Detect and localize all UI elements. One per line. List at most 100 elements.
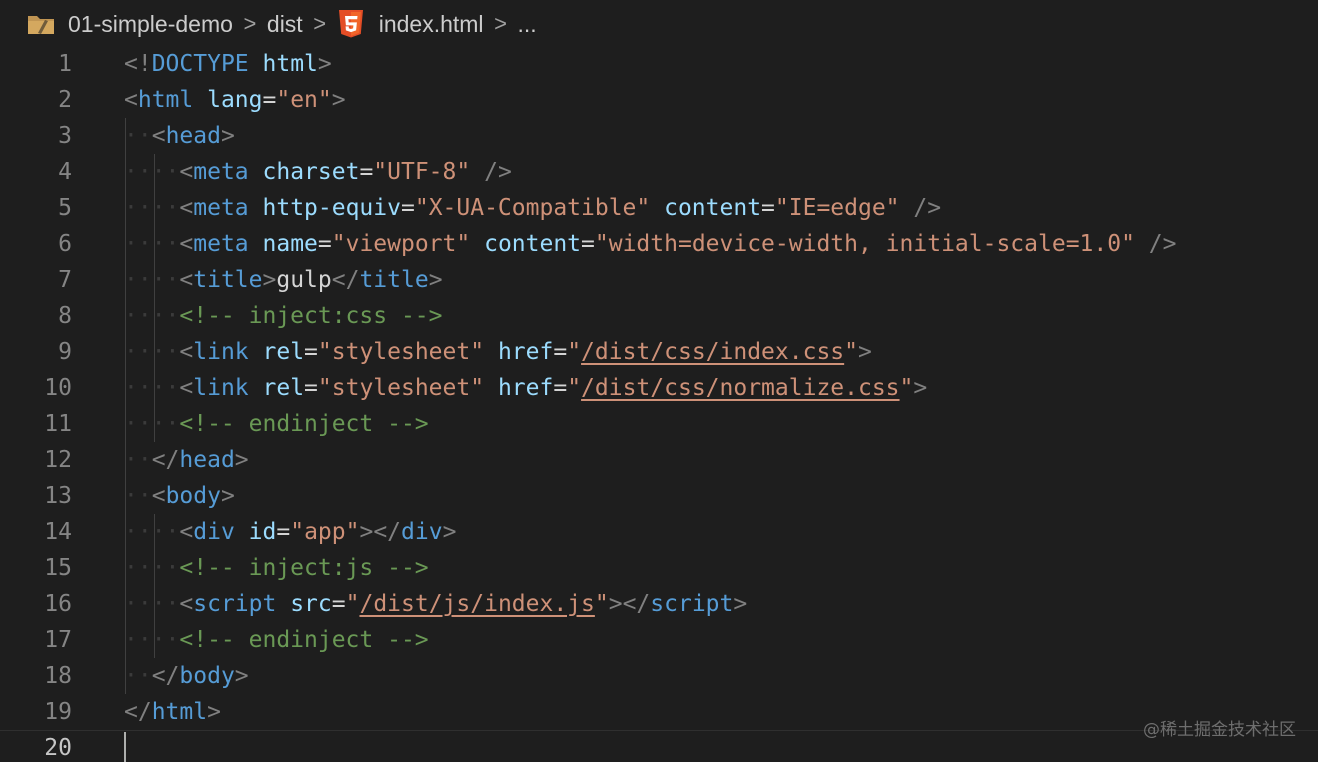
code-punctuation: < [124, 87, 138, 113]
code-punctuation: < [179, 375, 194, 401]
breadcrumb-dist-item[interactable]: dist [267, 11, 303, 38]
code-line[interactable]: 11 ····<!-- endinject --> [0, 406, 1318, 442]
code-area[interactable]: 1 <!DOCTYPE html> 2 <html lang="en"> 3 ··<hea… [0, 46, 1318, 762]
code-line[interactable]: 14 ····<div id="app"></div> [0, 514, 1318, 550]
code-string: "UTF-8" [373, 159, 471, 185]
code-editor: 01-simple-demo > dist > index.html > ...… [0, 0, 1318, 762]
code-string: " [567, 339, 582, 365]
code-content: </html> [124, 694, 221, 730]
whitespace-marker: ·· [124, 483, 152, 509]
code-string: "X-UA-Compatible" [414, 195, 651, 221]
code-tag: head [179, 447, 235, 473]
whitespace-marker: ···· [124, 195, 180, 221]
code-punctuation: < [179, 231, 194, 257]
line-number: 18 [44, 663, 72, 689]
code-content: ····<title>gulp</title> [124, 262, 443, 298]
code-line[interactable]: 2 <html lang="en"> [0, 82, 1318, 118]
code-punctuation: > [913, 375, 928, 401]
code-punctuation: </ [151, 447, 180, 473]
code-tag: link [193, 339, 249, 365]
code-tag: title [193, 267, 263, 293]
breadcrumb-file-label: index.html [378, 10, 484, 37]
code-punctuation: > [220, 123, 235, 149]
line-number: 9 [58, 339, 72, 365]
code-tag: html [151, 699, 208, 725]
code-link: /dist/css/index.css [581, 339, 845, 365]
code-punctuation: > [317, 51, 332, 77]
code-punctuation: > [858, 339, 872, 365]
whitespace-marker: ···· [124, 519, 180, 545]
breadcrumb-file-item[interactable]: index.html [337, 9, 484, 39]
code-punctuation: ></ [359, 519, 402, 545]
code-text: = [262, 87, 277, 113]
code-attribute: id [248, 519, 277, 545]
whitespace-marker: ···· [124, 339, 180, 365]
breadcrumb-folder-label: 01-simple-demo [68, 10, 233, 37]
line-number: 11 [44, 411, 72, 437]
code-string: "width=device-width, initial-scale=1.0" [594, 231, 1135, 257]
breadcrumb-symbol-item[interactable]: ... [518, 11, 537, 38]
code-punctuation: > [207, 699, 221, 725]
line-number: 19 [44, 699, 72, 725]
line-number: 15 [44, 555, 72, 581]
code-punctuation: > [234, 663, 249, 689]
code-text: = [400, 195, 415, 221]
code-line[interactable]: 19 </html> [0, 694, 1318, 730]
code-tag: script [650, 591, 734, 617]
code-line[interactable]: 16 ····<script src="/dist/js/index.js"></… [0, 586, 1318, 622]
code-text: = [553, 339, 568, 365]
code-punctuation: <! [124, 51, 152, 77]
whitespace-marker: ···· [124, 627, 180, 653]
text-cursor [124, 732, 126, 762]
code-line[interactable]: 7 ····<title>gulp</title> [0, 262, 1318, 298]
code-punctuation: < [179, 159, 194, 185]
code-attribute: rel [262, 339, 305, 365]
code-line[interactable]: 13 ··<body> [0, 478, 1318, 514]
code-string: " [594, 591, 609, 617]
code-content: ··<body> [124, 478, 235, 514]
line-number: 2 [58, 87, 72, 113]
code-line[interactable]: 15 ····<!-- inject:js --> [0, 550, 1318, 586]
code-text: = [581, 231, 595, 257]
code-tag: meta [193, 195, 249, 221]
code-line[interactable]: 4 ····<meta charset="UTF-8" /> [0, 154, 1318, 190]
whitespace-marker: ·· [124, 663, 152, 689]
code-line[interactable]: 5 ····<meta http-equiv="X-UA-Compatible" … [0, 190, 1318, 226]
whitespace-marker: ···· [124, 303, 180, 329]
code-tag: div [193, 519, 235, 545]
code-line[interactable]: 6 ····<meta name="viewport" content="widt… [0, 226, 1318, 262]
code-punctuation: > [442, 519, 457, 545]
code-line[interactable]: 1 <!DOCTYPE html> [0, 46, 1318, 82]
whitespace-marker: ···· [124, 267, 180, 293]
code-line[interactable]: 10 ····<link rel="stylesheet" href="/dist… [0, 370, 1318, 406]
code-tag: head [165, 123, 221, 149]
code-line[interactable]: 17 ····<!-- endinject --> [0, 622, 1318, 658]
breadcrumb-folder-item[interactable]: 01-simple-demo [26, 11, 233, 38]
code-attribute: lang [207, 87, 263, 113]
code-content: ····<!-- endinject --> [124, 622, 429, 658]
code-tag: html [137, 87, 194, 113]
line-number: 13 [44, 483, 72, 509]
code-line[interactable]: 9 ····<link rel="stylesheet" href="/dist/… [0, 334, 1318, 370]
code-line[interactable]: 12 ··</head> [0, 442, 1318, 478]
code-attribute: href [497, 339, 554, 365]
code-tag: meta [193, 159, 249, 185]
code-tag: script [193, 591, 277, 617]
code-attribute: name [262, 231, 318, 257]
code-tag: body [165, 483, 221, 509]
code-attribute: src [290, 591, 332, 617]
line-number: 8 [58, 303, 72, 329]
code-content: ····<!-- inject:css --> [124, 298, 443, 334]
code-line[interactable]: 8 ····<!-- inject:css --> [0, 298, 1318, 334]
code-line[interactable]: 3 ··<head> [0, 118, 1318, 154]
code-punctuation: > [331, 87, 346, 113]
code-line[interactable]: 20 [0, 730, 1318, 762]
code-line[interactable]: 18 ··</body> [0, 658, 1318, 694]
code-punctuation: < [179, 195, 194, 221]
